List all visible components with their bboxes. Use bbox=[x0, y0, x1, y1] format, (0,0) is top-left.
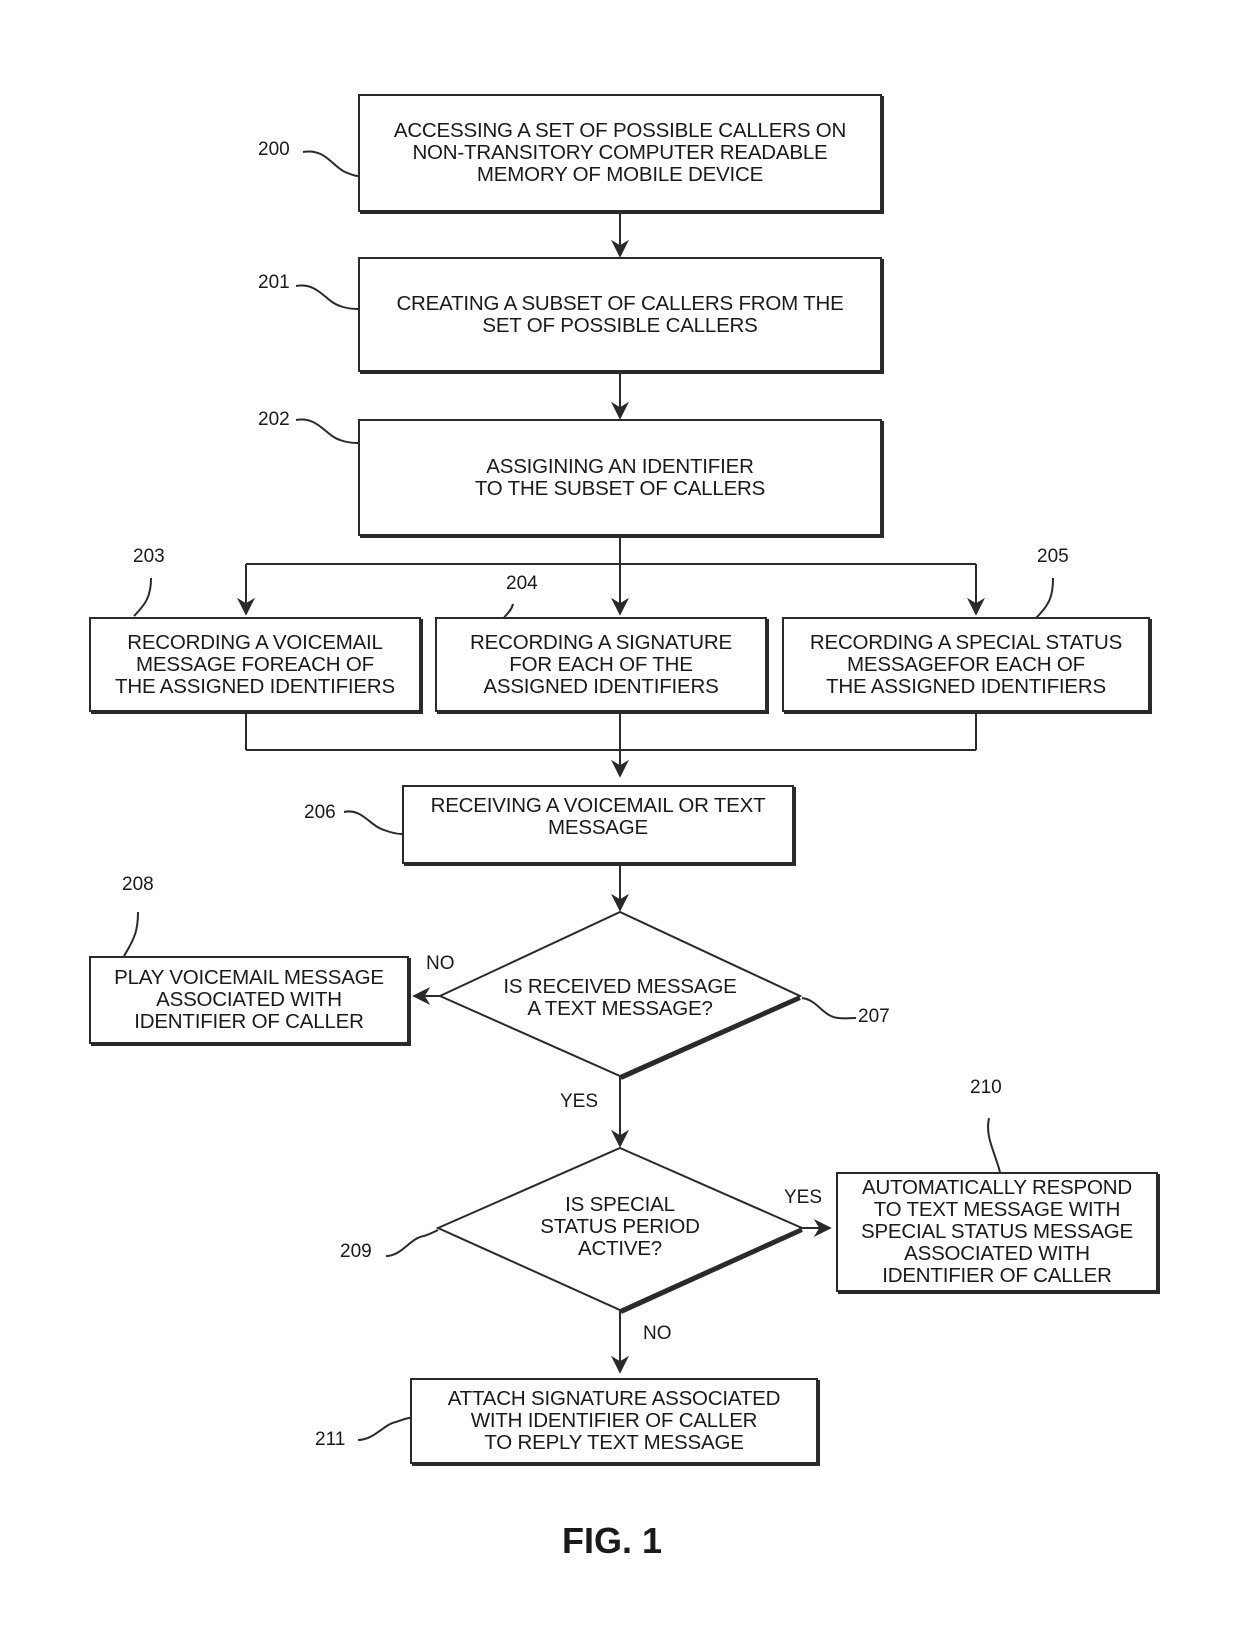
leader-207 bbox=[801, 997, 857, 1020]
ref-210: 210 bbox=[970, 1077, 1002, 1098]
step-202-text: ASSIGINING AN IDENTIFIER TO THE SUBSET O… bbox=[474, 454, 766, 500]
step-204-text: RECORDING A SIGNATURE FOR EACH OF THE AS… bbox=[470, 630, 732, 698]
step-210-text: AUTOMATICALLY RESPOND TO TEXT MESSAGE WI… bbox=[860, 1176, 1134, 1287]
step-206-box: RECEIVING A VOICEMAIL OR TEXT MESSAGE bbox=[402, 785, 794, 864]
step-204-box: RECORDING A SIGNATURE FOR EACH OF THE AS… bbox=[435, 617, 767, 712]
leader-205 bbox=[1035, 577, 1054, 619]
step-205-box: RECORDING A SPECIAL STATUS MESSAGEFOR EA… bbox=[782, 617, 1150, 712]
leader-206 bbox=[343, 810, 403, 835]
ref-205: 205 bbox=[1037, 546, 1069, 567]
ref-208: 208 bbox=[122, 874, 154, 895]
leader-200 bbox=[302, 150, 359, 177]
edge-label-207-no: NO bbox=[426, 953, 455, 974]
ref-201: 201 bbox=[258, 272, 290, 293]
ref-207: 207 bbox=[858, 1006, 890, 1027]
leader-211 bbox=[357, 1417, 411, 1441]
step-203-text: RECORDING A VOICEMAIL MESSAGE FOREACH OF… bbox=[115, 630, 395, 698]
ref-202: 202 bbox=[258, 409, 290, 430]
step-202-box: ASSIGINING AN IDENTIFIER TO THE SUBSET O… bbox=[358, 419, 882, 536]
step-205-text: RECORDING A SPECIAL STATUS MESSAGEFOR EA… bbox=[809, 630, 1123, 698]
ref-209: 209 bbox=[340, 1241, 372, 1262]
leader-209 bbox=[385, 1229, 439, 1257]
edge-label-209-no: NO bbox=[643, 1323, 672, 1344]
leader-204 bbox=[503, 603, 514, 619]
ref-203: 203 bbox=[133, 546, 165, 567]
figure-caption: FIG. 1 bbox=[562, 1520, 663, 1561]
leader-210 bbox=[987, 1117, 1001, 1173]
leader-202 bbox=[295, 418, 359, 444]
decision-207-text: IS RECEIVED MESSAGE A TEXT MESSAGE? bbox=[503, 975, 737, 1020]
step-208-box: PLAY VOICEMAIL MESSAGE ASSOCIATED WITH I… bbox=[89, 956, 409, 1044]
decision-209-text: IS SPECIAL STATUS PERIOD ACTIVE? bbox=[540, 1193, 700, 1260]
edge-label-209-yes: YES bbox=[784, 1187, 823, 1208]
step-203-box: RECORDING A VOICEMAIL MESSAGE FOREACH OF… bbox=[89, 617, 421, 712]
ref-204: 204 bbox=[506, 573, 538, 594]
edge-label-207-yes: YES bbox=[560, 1091, 599, 1112]
leader-201 bbox=[295, 284, 359, 310]
step-211-text: ATTACH SIGNATURE ASSOCIATED WITH IDENTIF… bbox=[447, 1387, 781, 1454]
step-200-box: ACCESSING A SET OF POSSIBLE CALLERS ON N… bbox=[358, 94, 882, 212]
ref-206: 206 bbox=[304, 802, 336, 823]
ref-200: 200 bbox=[258, 139, 290, 160]
step-208-text: PLAY VOICEMAIL MESSAGE ASSOCIATED WITH I… bbox=[114, 966, 384, 1033]
ref-211: 211 bbox=[315, 1429, 346, 1450]
leader-203 bbox=[133, 577, 152, 617]
step-211-box: ATTACH SIGNATURE ASSOCIATED WITH IDENTIF… bbox=[410, 1378, 818, 1464]
step-210-box: AUTOMATICALLY RESPOND TO TEXT MESSAGE WI… bbox=[836, 1172, 1158, 1292]
leader-208 bbox=[123, 911, 139, 957]
step-206-text: RECEIVING A VOICEMAIL OR TEXT MESSAGE bbox=[430, 794, 766, 839]
step-200-text: ACCESSING A SET OF POSSIBLE CALLERS ON N… bbox=[393, 119, 847, 186]
step-201-box: CREATING A SUBSET OF CALLERS FROM THE SE… bbox=[358, 257, 882, 372]
step-201-text: CREATING A SUBSET OF CALLERS FROM THE SE… bbox=[396, 291, 844, 337]
